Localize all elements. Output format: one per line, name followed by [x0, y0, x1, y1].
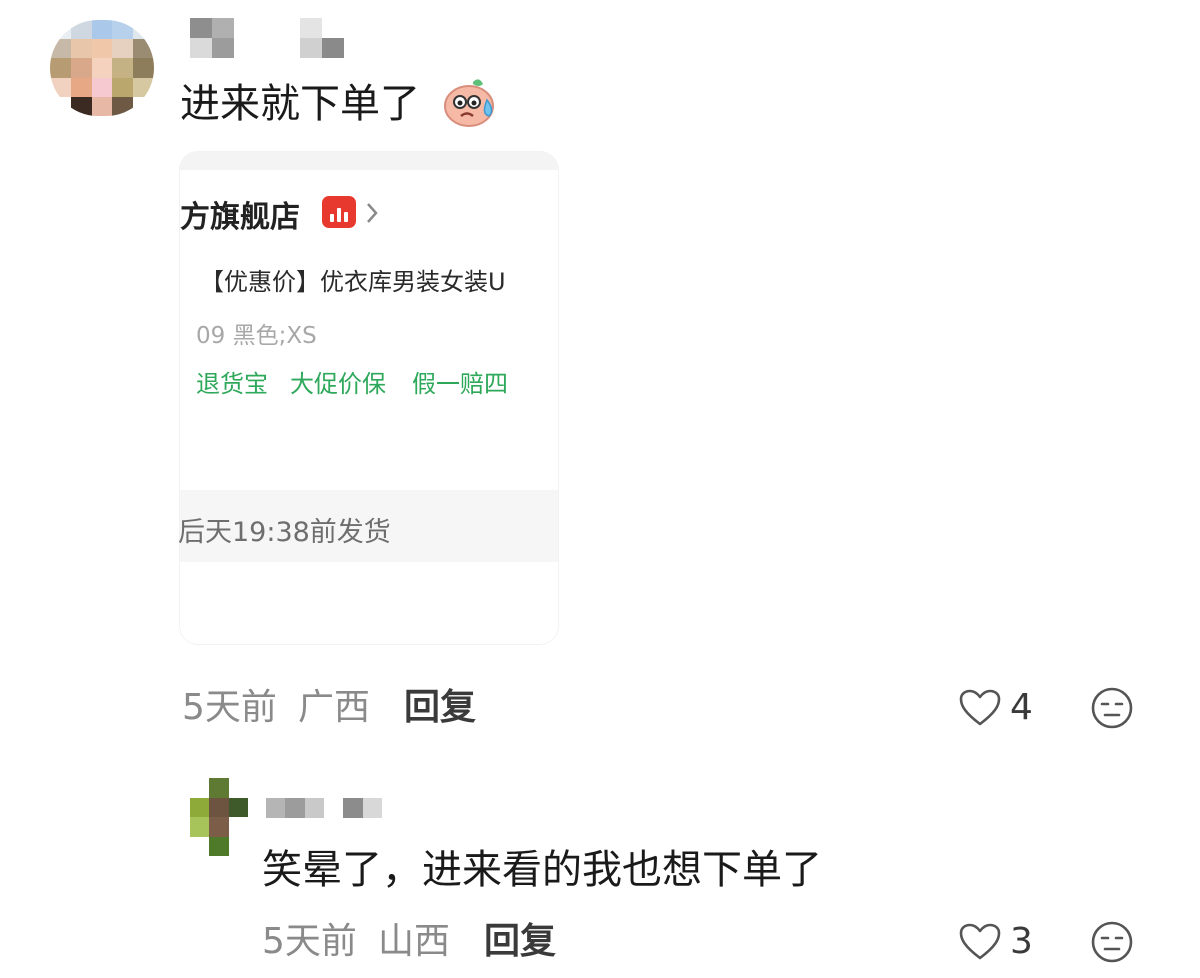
dislike-face-icon[interactable]: [1090, 920, 1134, 964]
service-tag-return: 退货宝: [196, 370, 268, 398]
avatar[interactable]: [190, 778, 248, 856]
reply-button[interactable]: 回复: [484, 920, 556, 964]
heart-icon[interactable]: [958, 688, 1002, 728]
product-sku: 09 黑色;XS: [196, 323, 317, 349]
avatar[interactable]: [50, 20, 154, 116]
service-tag-price-protect: 大促价保: [290, 370, 386, 398]
shop-name: 方旗舰店: [180, 200, 300, 235]
comment-time: 5天前: [182, 687, 277, 728]
comment-location: 广西: [298, 687, 371, 728]
comment-location: 山西: [378, 921, 451, 962]
service-tag-fake-compensation: 假一赔四: [412, 370, 508, 398]
like-count: 4: [1010, 687, 1033, 728]
comment-text: 笑晕了，进来看的我也想下单了: [262, 847, 822, 893]
comment-time: 5天前: [262, 921, 357, 962]
like-count: 3: [1010, 921, 1033, 962]
reply-button[interactable]: 回复: [404, 686, 476, 730]
card-top-strip: [180, 152, 558, 170]
product-title: 【优惠价】优衣库男装女装U: [200, 268, 506, 296]
shipping-info: 后天19:38前发货: [178, 517, 391, 548]
chevron-right-icon: [367, 203, 378, 223]
dislike-face-icon[interactable]: [1090, 686, 1134, 730]
username[interactable]: [190, 18, 344, 58]
username[interactable]: [266, 798, 382, 818]
sweating-face-sticker-icon: [444, 79, 494, 127]
heart-icon[interactable]: [958, 922, 1002, 962]
comment-text: 进来就下单了: [180, 81, 420, 127]
shop-badge-icon: [322, 196, 356, 228]
